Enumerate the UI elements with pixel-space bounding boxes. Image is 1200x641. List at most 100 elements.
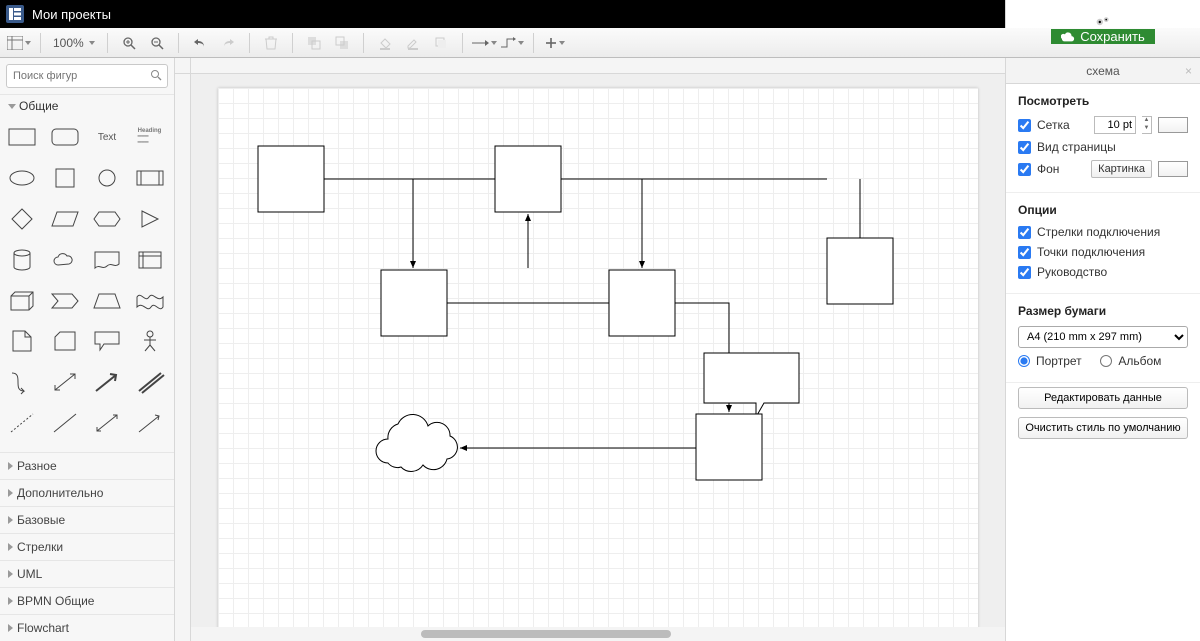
category-item[interactable]: Базовые [0,506,174,533]
background-checkbox[interactable] [1018,163,1031,176]
chevron-right-icon [8,570,13,578]
shape-callout[interactable] [89,327,125,355]
shape-heading[interactable]: Heading━━━━━━ [132,123,168,151]
pageview-checkbox[interactable] [1018,141,1031,154]
shape-text[interactable]: Text [89,123,125,151]
section-view-title: Посмотреть [1018,94,1188,108]
section-pagesize-title: Размер бумаги [1018,304,1188,318]
toolbar: 100% [0,28,1200,58]
shape-curve[interactable] [4,368,40,396]
grid-size-stepper[interactable]: ▲▼ [1142,116,1152,134]
page[interactable] [218,88,978,627]
shape-rect[interactable] [4,123,40,151]
category-item[interactable]: Разное [0,452,174,479]
shape-trapezoid[interactable] [89,287,125,315]
line-color-button[interactable] [400,31,426,55]
settings-button[interactable] [1085,15,1121,29]
zoom-select[interactable]: 100% [49,36,99,50]
category-item[interactable]: Flowchart [0,614,174,641]
shape-link[interactable] [132,368,168,396]
ruler-corner [175,58,191,74]
print-label: Распечатать [1075,0,1150,15]
shape-actor[interactable] [132,327,168,355]
grid-color-swatch[interactable] [1158,117,1188,133]
category-item[interactable]: Стрелки [0,533,174,560]
chevron-right-icon [8,597,13,605]
shape-hexagon[interactable] [89,205,125,233]
shape-parallelogram[interactable] [47,205,83,233]
category-general[interactable]: Общие [0,94,174,117]
search-input[interactable] [6,64,168,88]
shape-line[interactable] [47,409,83,437]
shape-roundrect[interactable] [47,123,83,151]
grid-size-input[interactable] [1094,116,1136,134]
shape-bidir-arrow[interactable] [47,368,83,396]
ruler-horizontal[interactable] [191,58,1005,74]
scroll-thumb[interactable] [421,630,671,638]
portrait-radio[interactable] [1018,355,1030,367]
shape-cylinder[interactable] [4,246,40,274]
background-color-swatch[interactable] [1158,161,1188,177]
shape-dashed-line[interactable] [4,409,40,437]
shape-palette: Text Heading━━━━━━ [0,117,174,452]
background-label: Фон [1037,162,1085,176]
close-icon[interactable]: × [1185,64,1192,78]
to-back-icon [335,36,349,50]
to-back-button[interactable] [329,31,355,55]
app-logo[interactable] [6,5,24,23]
fill-color-button[interactable] [372,31,398,55]
shape-process[interactable] [132,164,168,192]
save-button[interactable]: Сохранить [1051,29,1155,44]
canvas[interactable] [191,74,1005,627]
guides-checkbox[interactable] [1018,266,1031,279]
horizontal-scrollbar[interactable] [191,627,1005,641]
save-label: Сохранить [1080,29,1145,44]
ruler-vertical[interactable] [175,74,191,641]
shape-internal-storage[interactable] [132,246,168,274]
chevron-right-icon [8,462,13,470]
zoom-in-button[interactable] [116,31,142,55]
shape-ellipse[interactable] [4,164,40,192]
shape-dir-arrow[interactable] [132,409,168,437]
shape-circle[interactable] [89,164,125,192]
landscape-radio[interactable] [1100,355,1112,367]
delete-button[interactable] [258,31,284,55]
papersize-select[interactable]: A4 (210 mm x 297 mm) [1018,326,1188,348]
plus-icon [545,37,557,49]
print-button[interactable]: Распечатать [1046,0,1160,15]
shape-cube[interactable] [4,287,40,315]
shape-triangle[interactable] [132,205,168,233]
category-item[interactable]: BPMN Общие [0,587,174,614]
shape-square[interactable] [47,164,83,192]
shape-tape[interactable] [132,287,168,315]
gear-icon [1095,15,1111,29]
shape-note[interactable] [4,327,40,355]
search-icon[interactable] [150,69,162,84]
shape-arrow[interactable] [89,368,125,396]
to-front-button[interactable] [301,31,327,55]
edit-data-button[interactable]: Редактировать данные [1018,387,1188,409]
layout-button[interactable] [6,31,32,55]
undo-button[interactable] [187,31,213,55]
pencil-icon [406,36,420,50]
shape-document[interactable] [89,246,125,274]
redo-button[interactable] [215,31,241,55]
shape-step[interactable] [47,287,83,315]
add-button[interactable] [542,31,568,55]
clear-style-button[interactable]: Очистить стиль по умолчанию [1018,417,1188,439]
conn-points-checkbox[interactable] [1018,246,1031,259]
background-image-button[interactable]: Картинка [1091,160,1152,178]
zoom-out-button[interactable] [144,31,170,55]
shape-diamond[interactable] [4,205,40,233]
shape-card[interactable] [47,327,83,355]
category-item[interactable]: UML [0,560,174,587]
conn-arrows-checkbox[interactable] [1018,226,1031,239]
waypoint-style-button[interactable] [499,31,525,55]
shape-cloud[interactable] [47,246,83,274]
category-item[interactable]: Дополнительно [0,479,174,506]
caret-icon [25,41,31,45]
grid-checkbox[interactable] [1018,119,1031,132]
connection-style-button[interactable] [471,31,497,55]
shape-bidir-thin[interactable] [89,409,125,437]
shadow-button[interactable] [428,31,454,55]
